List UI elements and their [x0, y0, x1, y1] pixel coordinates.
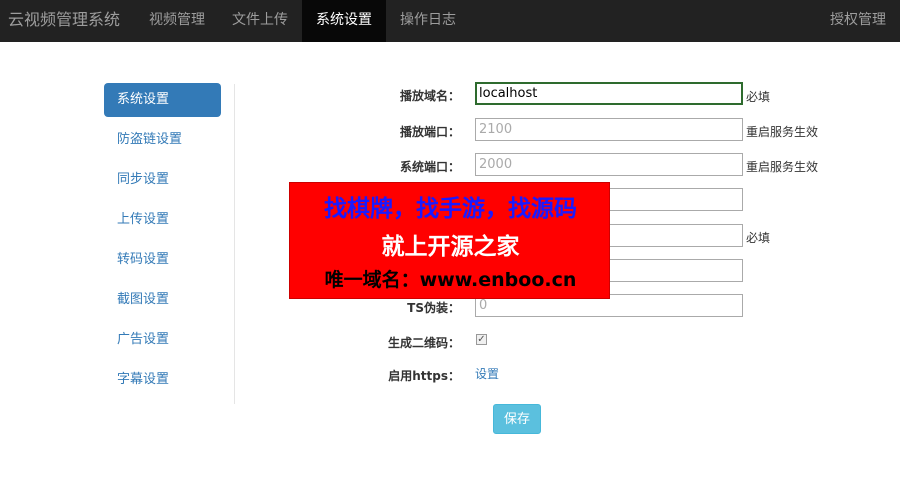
nav-item-license-management[interactable]: 授权管理 [830, 0, 886, 42]
qrcode-label: 生成二维码： [387, 336, 460, 350]
play-port-input[interactable]: 2100 [475, 118, 743, 141]
ad-banner-line-1: 找棋牌，找手游，找源码 [324, 196, 577, 222]
qrcode-checkbox[interactable]: ✓ [476, 334, 487, 345]
https-label: 启用https： [388, 369, 460, 383]
top-navbar: 云视频管理系统 视频管理 文件上传 系统设置 操作日志 授权管理 [0, 0, 900, 42]
sidebar-divider [234, 84, 235, 404]
sidebar-item-anti-leech[interactable]: 防盗链设置 [104, 123, 221, 157]
system-port-hint: 重启服务生效 [746, 160, 819, 174]
nav-item-operation-log[interactable]: 操作日志 [386, 0, 470, 42]
app-brand[interactable]: 云视频管理系统 [8, 0, 120, 42]
sidebar-item-screenshot[interactable]: 截图设置 [104, 283, 221, 317]
sidebar-item-upload[interactable]: 上传设置 [104, 203, 221, 237]
sidebar-item-ads[interactable]: 广告设置 [104, 323, 221, 357]
save-button[interactable]: 保存 [493, 404, 541, 434]
setting-input-5-hint: 必填 [746, 231, 771, 245]
play-domain-input[interactable]: localhost [475, 82, 743, 105]
play-domain-label: 播放域名： [399, 89, 460, 103]
system-port-input[interactable]: 2000 [475, 153, 743, 176]
ad-banner-line-2: 就上开源之家 [381, 234, 520, 260]
system-port-label: 系统端口： [399, 160, 460, 174]
play-port-hint: 重启服务生效 [746, 125, 819, 139]
play-domain-hint: 必填 [746, 90, 771, 104]
ad-banner: 找棋牌，找手游，找源码 就上开源之家 唯一域名：www.enboo.cn [289, 182, 610, 299]
sidebar-item-subtitles[interactable]: 字幕设置 [104, 363, 221, 397]
sidebar-item-transcode[interactable]: 转码设置 [104, 243, 221, 277]
https-settings-link[interactable]: 设置 [475, 365, 499, 382]
nav-item-file-upload[interactable]: 文件上传 [218, 0, 302, 42]
ts-disguise-label: TS伪装： [407, 301, 460, 315]
sidebar-item-sync[interactable]: 同步设置 [104, 163, 221, 197]
play-port-label: 播放端口： [399, 125, 460, 139]
settings-sidebar: 系统设置 防盗链设置 同步设置 上传设置 转码设置 截图设置 广告设置 字幕设置 [104, 83, 221, 403]
ad-banner-line-3: 唯一域名：www.enboo.cn [324, 269, 577, 291]
sidebar-item-system-settings[interactable]: 系统设置 [104, 83, 221, 117]
nav-item-system-settings[interactable]: 系统设置 [302, 0, 386, 42]
nav-item-video-management[interactable]: 视频管理 [136, 0, 218, 42]
